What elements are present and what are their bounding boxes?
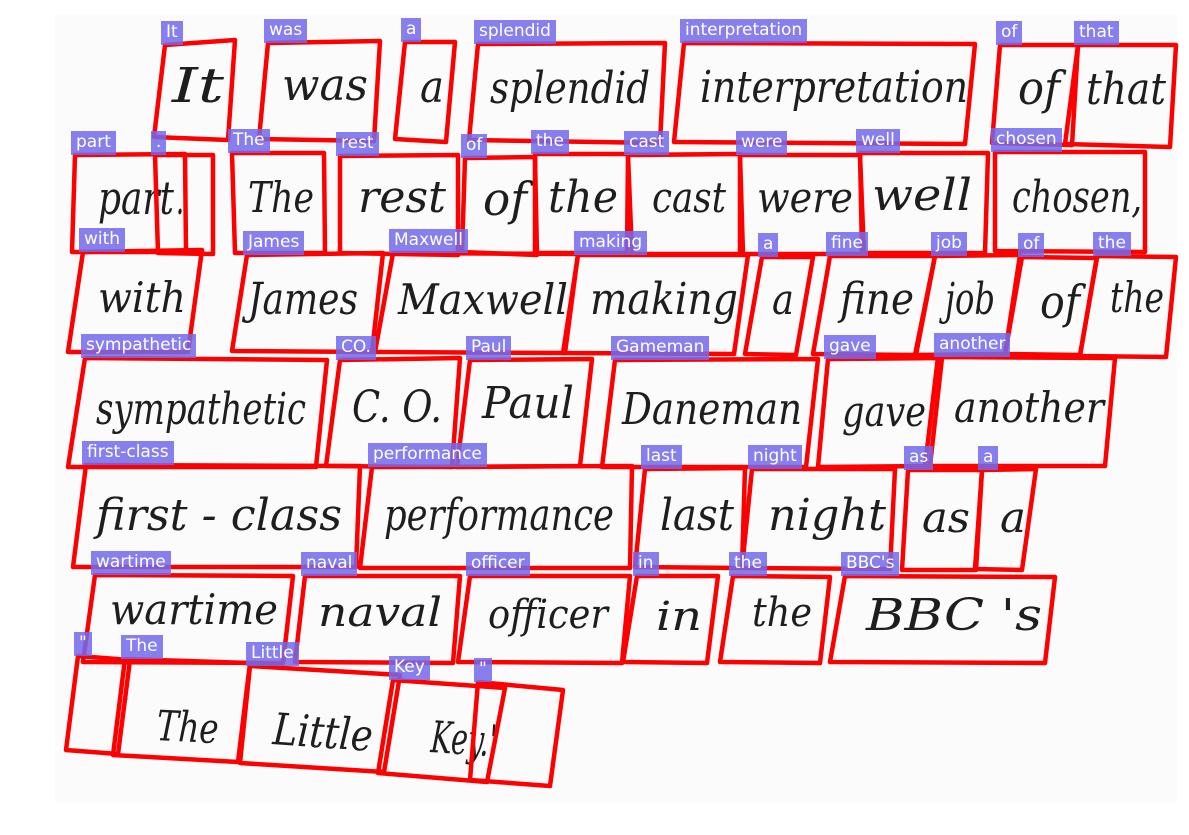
word-bounding-box (392, 39, 458, 145)
detection-box-layer (63, 37, 1179, 789)
word-label: gave (824, 335, 876, 359)
word-bounding-box (717, 573, 833, 666)
word-label: a (758, 233, 779, 257)
word-label: Key (389, 656, 430, 680)
word-bounding-box (922, 354, 1118, 469)
word-bounding-box (742, 254, 816, 358)
word-label: cast (624, 131, 670, 155)
word-label: " (74, 632, 92, 656)
word-label: Paul (466, 336, 512, 360)
word-bounding-box (151, 37, 238, 143)
word-bounding-box (972, 466, 1039, 573)
word-label: last (641, 445, 682, 469)
word-bounding-box (1077, 253, 1179, 360)
word-label: well (856, 129, 900, 153)
word-label: of (461, 134, 488, 158)
word-bounding-box (237, 663, 403, 775)
word-label: splendid (474, 20, 556, 44)
word-label: Little (246, 642, 299, 666)
word-label: in (633, 552, 659, 576)
word-label: part (71, 131, 116, 155)
word-label: sympathetic (81, 334, 197, 358)
word-bounding-box (467, 679, 566, 789)
word-label: The (228, 129, 270, 153)
word-label: BBC's (841, 552, 900, 576)
word-label: another (934, 333, 1011, 357)
word-label: chosen (991, 128, 1062, 152)
word-label: Maxwell (389, 229, 468, 253)
word-label: making (574, 231, 648, 255)
word-label: . (151, 131, 167, 155)
word-label: rest (336, 132, 379, 156)
word-bounding-box (459, 154, 540, 258)
word-bounding-box (857, 150, 991, 256)
word-label: of (1018, 233, 1045, 257)
word-label: CO. (336, 336, 376, 360)
word-label: the (531, 130, 569, 154)
word-label: first-class (82, 441, 174, 465)
word-label: were (736, 131, 788, 155)
word-bounding-box (466, 40, 668, 146)
word-bounding-box (110, 656, 253, 765)
word-label: was (264, 19, 308, 43)
word-label: night (748, 445, 802, 469)
word-bounding-box (671, 40, 978, 147)
word-label: that (1074, 21, 1119, 45)
word-label: of (996, 21, 1023, 45)
word-bounding-box (292, 573, 463, 666)
word-label: performance (368, 443, 487, 467)
word-label: the (729, 552, 767, 576)
word-label: officer (466, 552, 530, 576)
word-label: a (978, 446, 999, 470)
word-label: " (474, 658, 492, 682)
word-label: It (161, 21, 183, 45)
word-label: a (401, 18, 422, 42)
word-bounding-box (256, 38, 383, 144)
word-label: job (931, 232, 967, 256)
word-bounding-box (455, 573, 633, 666)
word-label: Gameman (611, 336, 710, 360)
word-label: interpretation (680, 19, 808, 43)
word-label: James (243, 231, 305, 255)
word-bounding-box (899, 467, 985, 573)
word-bounding-box (620, 573, 721, 666)
word-label: wartime (91, 551, 171, 575)
word-label: with (79, 228, 126, 252)
word-label: naval (301, 552, 358, 576)
word-label: the (1093, 232, 1131, 256)
word-bounding-box (1062, 42, 1179, 150)
word-label: as (904, 446, 934, 470)
word-bounding-box (827, 573, 1058, 666)
word-label: The (121, 635, 163, 659)
word-label: fine (826, 232, 868, 256)
